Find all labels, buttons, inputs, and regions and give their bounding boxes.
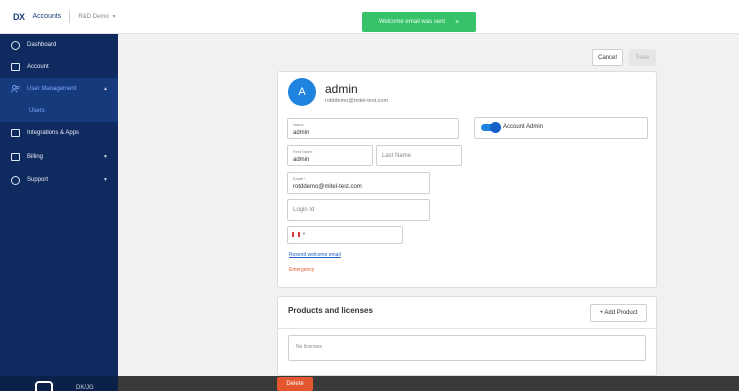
email-field[interactable]: Email * rotddemo@mitel-test.com bbox=[287, 172, 430, 194]
chevron-down-icon[interactable]: ▼ bbox=[302, 231, 306, 236]
sidebar-footer bbox=[0, 376, 118, 391]
first-name-field[interactable]: First Name admin bbox=[287, 145, 373, 166]
account-switcher[interactable]: R&D Demo ▼ bbox=[78, 14, 116, 20]
avatar: A bbox=[288, 78, 316, 106]
save-button[interactable]: Save bbox=[629, 49, 656, 66]
user-display-name: admin bbox=[325, 82, 358, 96]
support-icon bbox=[11, 175, 20, 185]
sidebar-item-label: Dashboard bbox=[27, 42, 57, 48]
canada-flag-icon[interactable] bbox=[292, 232, 300, 237]
first-name-field-value: admin bbox=[293, 157, 310, 163]
email-field-label: Email * bbox=[293, 176, 306, 181]
topbar-divider bbox=[69, 10, 71, 23]
sidebar-item-integrations[interactable]: Integrations & Apps bbox=[0, 122, 118, 144]
integrations-icon bbox=[11, 129, 20, 138]
sidebar-item-user-management[interactable]: User Management ▲ bbox=[0, 78, 118, 100]
user-display-email: rotddemo@mitel-test.com bbox=[325, 98, 389, 104]
email-field-value: rotddemo@mitel-test.com bbox=[293, 184, 362, 190]
toggle-knob[interactable] bbox=[490, 122, 501, 133]
account-icon bbox=[11, 63, 20, 72]
sidebar-item-label: Support bbox=[27, 177, 49, 183]
name-field-value: admin bbox=[293, 130, 310, 136]
sidebar: Dashboard Account User Management ▲ User… bbox=[0, 34, 118, 391]
success-toast: Welcome email was sent × bbox=[362, 12, 476, 32]
last-name-field[interactable]: Last Name bbox=[376, 145, 462, 166]
login-id-field[interactable]: Login Id bbox=[287, 199, 430, 221]
sidebar-item-label: Billing bbox=[27, 154, 44, 160]
chevron-down-icon: ▼ bbox=[111, 13, 117, 20]
sidebar-item-label: Integrations & Apps bbox=[27, 130, 80, 136]
resend-welcome-email-link[interactable]: Resend welcome email bbox=[289, 252, 341, 258]
sidebar-item-dashboard[interactable]: Dashboard bbox=[0, 34, 118, 56]
products-divider bbox=[277, 328, 657, 329]
app-name[interactable]: Accounts bbox=[33, 13, 62, 20]
toast-message: Welcome email was sent bbox=[378, 19, 446, 25]
licenses-list bbox=[288, 335, 646, 361]
sidebar-item-billing[interactable]: Billing ▼ bbox=[0, 146, 118, 168]
name-field-label: Name bbox=[293, 122, 304, 127]
add-product-button[interactable]: + Add Product bbox=[590, 304, 647, 322]
close-icon[interactable]: × bbox=[455, 19, 459, 26]
chevron-down-icon: ▼ bbox=[103, 154, 108, 160]
sidebar-item-account[interactable]: Account bbox=[0, 56, 118, 78]
sidebar-item-users[interactable]: Users bbox=[0, 100, 118, 122]
licenses-empty-text: No licenses bbox=[296, 344, 322, 350]
status-text: Emergency bbox=[289, 267, 315, 273]
last-name-placeholder: Last Name bbox=[382, 152, 412, 159]
sidebar-item-label: Users bbox=[29, 108, 45, 114]
products-title: Products and licenses bbox=[288, 306, 373, 315]
account-switcher-label: R&D Demo bbox=[78, 13, 109, 20]
billing-icon bbox=[11, 153, 20, 162]
sidebar-item-label: Account bbox=[27, 64, 49, 70]
chevron-up-icon: ▲ bbox=[103, 86, 108, 92]
sidebar-item-label: User Management bbox=[27, 86, 77, 92]
delete-button[interactable]: Delete bbox=[277, 377, 313, 391]
dashboard-icon bbox=[11, 40, 20, 50]
cancel-button[interactable]: Cancel bbox=[592, 49, 623, 66]
name-field[interactable]: Name admin bbox=[287, 118, 459, 139]
first-name-field-label: First Name bbox=[293, 149, 313, 154]
login-id-placeholder: Login Id bbox=[293, 207, 315, 213]
user-avatar-icon[interactable] bbox=[35, 381, 53, 391]
app-logo[interactable]: DX bbox=[13, 12, 25, 22]
sidebar-item-support[interactable]: Support ▼ bbox=[0, 169, 118, 191]
users-icon bbox=[11, 85, 20, 94]
bottom-bar bbox=[0, 376, 739, 391]
account-admin-label: Account Admin bbox=[503, 124, 544, 130]
user-menu-label[interactable]: DK/JG bbox=[76, 385, 94, 391]
chevron-down-icon: ▼ bbox=[103, 177, 108, 183]
